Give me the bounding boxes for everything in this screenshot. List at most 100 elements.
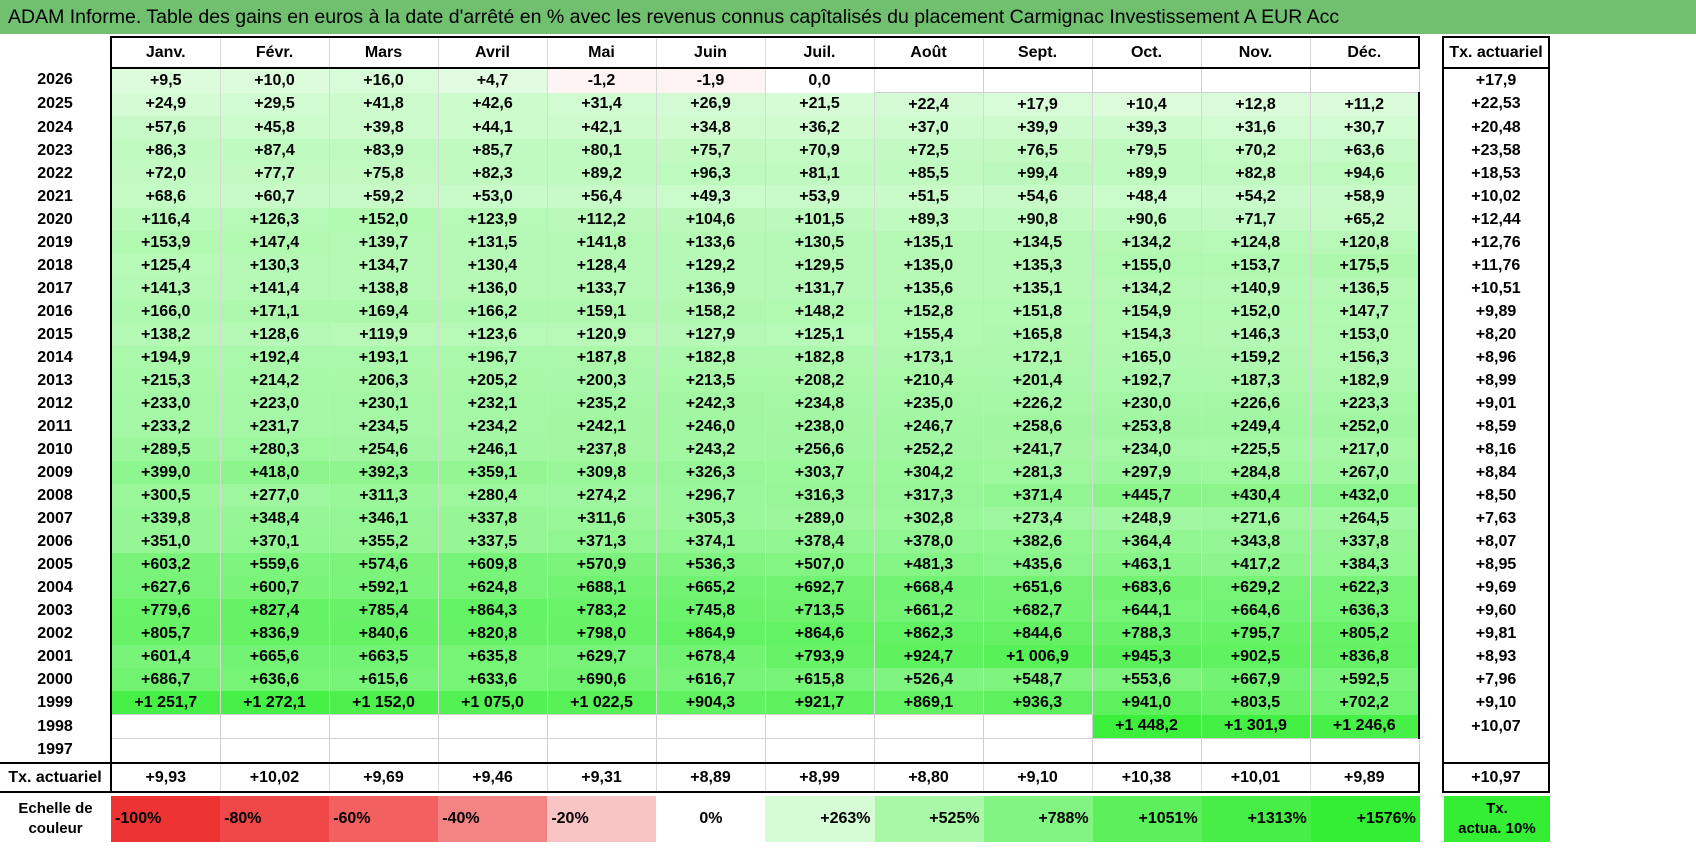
value-cell: +326,3 <box>655 461 766 484</box>
color-scale-step: +263% <box>765 796 875 842</box>
value-cell: +99,4 <box>982 162 1093 185</box>
value-cell: +507,0 <box>764 553 875 576</box>
value-cell: +89,9 <box>1091 162 1202 185</box>
value-cell: +201,4 <box>982 369 1093 392</box>
value-cell: +661,2 <box>873 599 984 622</box>
year-cell: 2018 <box>0 254 112 277</box>
value-cell: +616,7 <box>655 668 766 691</box>
value-cell: +273,4 <box>982 507 1093 530</box>
rate-cell: +9,60 <box>1442 599 1550 622</box>
value-cell: +553,6 <box>1091 668 1202 691</box>
header-corner <box>0 37 111 68</box>
year-cell: 2002 <box>0 622 112 645</box>
value-cell: +793,9 <box>764 645 875 668</box>
value-cell: +309,8 <box>546 461 657 484</box>
year-cell: 2004 <box>0 576 112 599</box>
value-cell: +90,6 <box>1091 208 1202 231</box>
value-cell: +1 251,7 <box>110 691 221 715</box>
value-cell: +253,8 <box>1091 415 1202 438</box>
rate-cell <box>1442 738 1550 764</box>
table-row: 1999 +1 251,7 +1 272,1 +1 152,0 +1 075,0 +1 0… <box>0 691 1550 715</box>
value-cell: +836,9 <box>219 622 330 645</box>
value-cell: +351,0 <box>110 530 221 553</box>
value-cell: +133,7 <box>546 277 657 300</box>
footer-value: +9,31 <box>546 762 657 793</box>
rate-cell: +8,84 <box>1442 461 1550 484</box>
value-cell: +136,0 <box>437 277 548 300</box>
value-cell: +820,8 <box>437 622 548 645</box>
rate-cell: +20,48 <box>1442 116 1550 139</box>
color-scale-step: +788% <box>983 796 1093 842</box>
value-cell: +205,2 <box>437 369 548 392</box>
value-cell: +80,1 <box>546 139 657 162</box>
value-cell: +234,0 <box>1091 438 1202 461</box>
value-cell: +864,3 <box>437 599 548 622</box>
value-cell: +252,2 <box>873 438 984 461</box>
value-cell: +921,7 <box>764 691 875 715</box>
value-cell: +615,6 <box>328 668 439 691</box>
year-cell: 2022 <box>0 162 112 185</box>
year-cell: 2015 <box>0 323 112 346</box>
rate-scale-label-line1: Tx. <box>1486 800 1508 817</box>
value-cell: +864,9 <box>655 622 766 645</box>
year-cell: 1998 <box>0 714 112 739</box>
value-cell: +235,2 <box>546 392 657 415</box>
value-cell: +104,6 <box>655 208 766 231</box>
value-cell: +384,3 <box>1309 553 1420 576</box>
value-cell: +779,6 <box>110 599 221 622</box>
value-cell: +445,7 <box>1091 484 1202 507</box>
rate-cell: +8,93 <box>1442 645 1550 668</box>
value-cell: +136,9 <box>655 277 766 300</box>
month-header: Nov. <box>1200 36 1311 69</box>
year-cell: 2023 <box>0 139 112 162</box>
value-cell: +39,3 <box>1091 116 1202 139</box>
column-gap <box>1419 691 1443 715</box>
column-gap <box>1419 68 1443 93</box>
column-gap <box>1419 185 1443 208</box>
year-cell: 2020 <box>0 208 112 231</box>
footer-rate: +10,97 <box>1442 762 1550 793</box>
value-cell: +135,1 <box>873 231 984 254</box>
rate-scale-label-line2: actua. 10% <box>1458 820 1536 837</box>
value-cell: +166,0 <box>110 300 221 323</box>
value-cell: +11,2 <box>1309 92 1420 116</box>
value-cell: +284,8 <box>1200 461 1311 484</box>
rate-cell: +7,63 <box>1442 507 1550 530</box>
value-cell: +246,0 <box>655 415 766 438</box>
value-cell: +399,0 <box>110 461 221 484</box>
value-cell: +141,3 <box>110 277 221 300</box>
value-cell: +214,2 <box>219 369 330 392</box>
rate-cell: +10,02 <box>1442 185 1550 208</box>
value-cell: +359,1 <box>437 461 548 484</box>
value-cell: +29,5 <box>219 92 330 116</box>
value-cell: +311,6 <box>546 507 657 530</box>
table-row: 2000 +686,7 +636,6 +615,6 +633,6 +690,6 +616,7… <box>0 668 1550 691</box>
value-cell: +9,5 <box>110 68 221 93</box>
rate-cell: +22,53 <box>1442 92 1550 116</box>
month-header: Avril <box>437 36 548 69</box>
value-cell: +89,3 <box>873 208 984 231</box>
value-cell: +683,6 <box>1091 576 1202 599</box>
value-cell: +548,7 <box>982 668 1093 691</box>
value-cell: +592,5 <box>1309 668 1420 691</box>
value-cell: +392,3 <box>328 461 439 484</box>
value-cell: +668,4 <box>873 576 984 599</box>
value-cell: +129,2 <box>655 254 766 277</box>
value-cell: +171,1 <box>219 300 330 323</box>
value-cell <box>1309 67 1420 93</box>
year-cell: 2024 <box>0 116 112 139</box>
value-cell: +82,8 <box>1200 162 1311 185</box>
rate-cell: +11,76 <box>1442 254 1550 277</box>
footer-value: +8,89 <box>655 762 766 793</box>
value-cell: +165,0 <box>1091 346 1202 369</box>
value-cell: +141,4 <box>219 277 330 300</box>
rate-cell: +10,51 <box>1442 277 1550 300</box>
footer-row: Tx. actuariel +9,93 +10,02 +9,69 +9,46 +… <box>0 762 1550 793</box>
table-row: 2024 +57,6 +45,8 +39,8 +44,1 +42,1 +34,8 +36,2 +… <box>0 116 1550 139</box>
value-cell: +665,2 <box>655 576 766 599</box>
value-cell: +135,0 <box>873 254 984 277</box>
value-cell: +86,3 <box>110 139 221 162</box>
value-cell <box>982 714 1093 739</box>
value-cell: +90,8 <box>982 208 1093 231</box>
value-cell: +233,0 <box>110 392 221 415</box>
